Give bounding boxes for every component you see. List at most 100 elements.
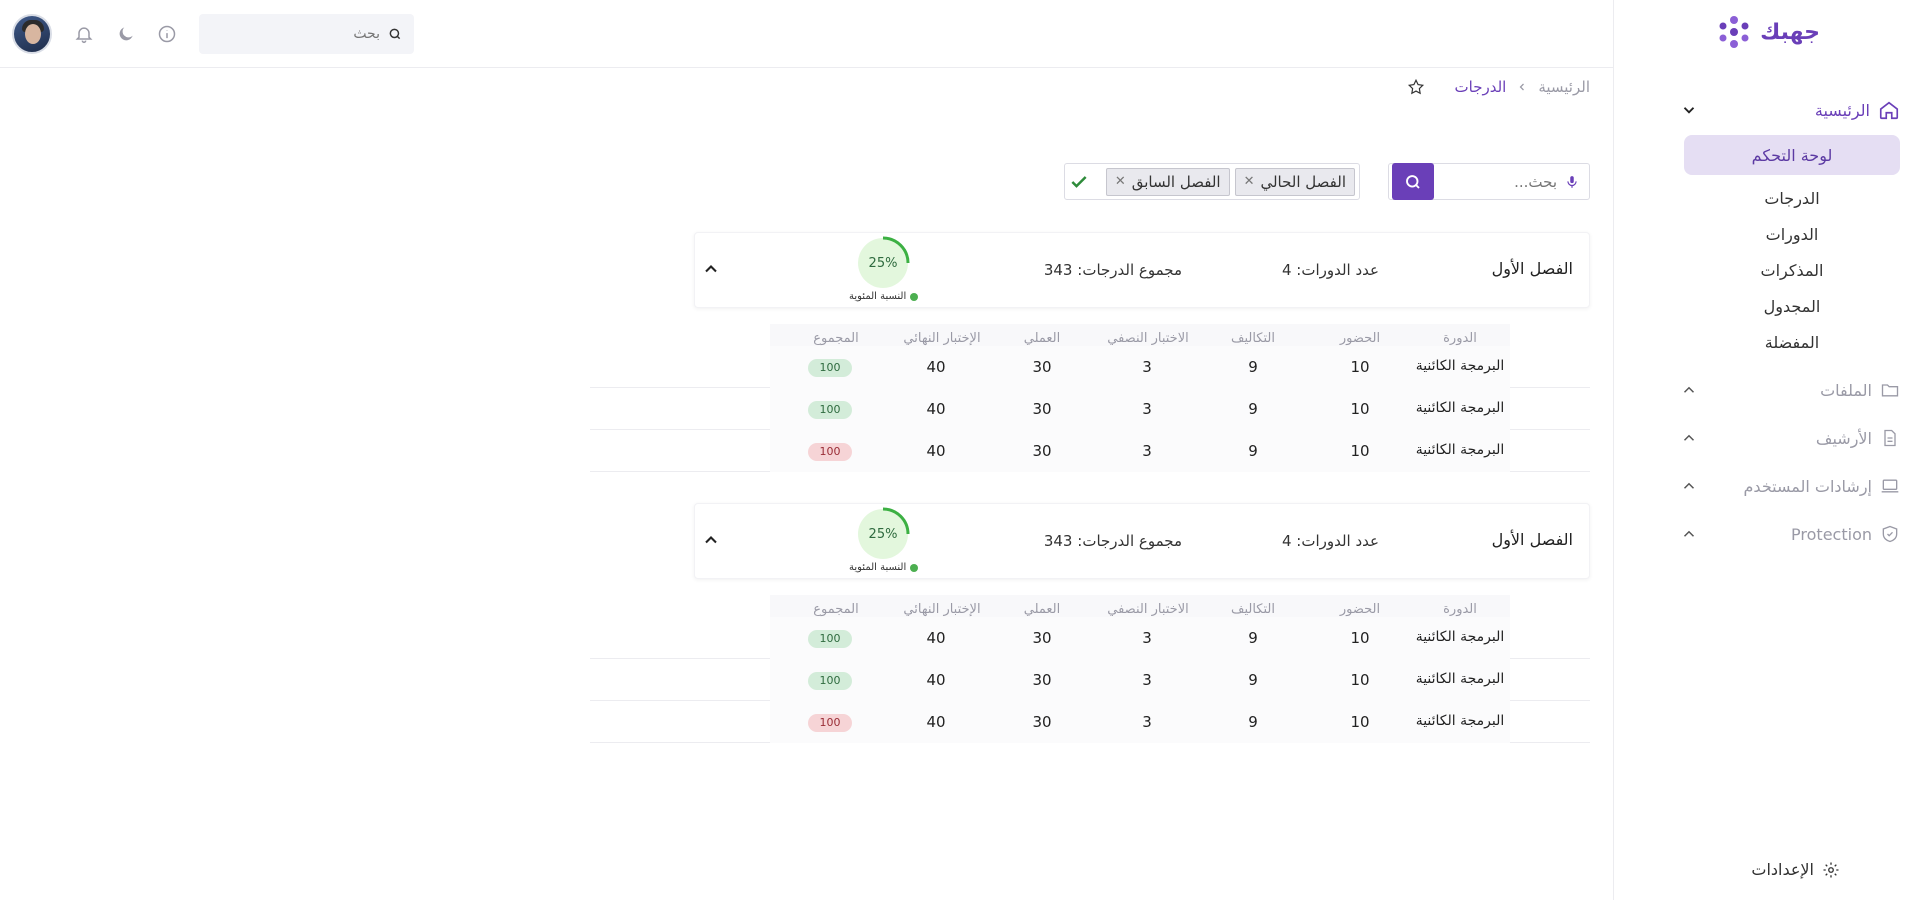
- percent-label: النسبة المئوية: [849, 562, 919, 573]
- chip-current-semester[interactable]: الفصل الحالي ✕: [1234, 167, 1355, 196]
- sidebar-group-label: إرشادات المستخدم: [1743, 476, 1872, 496]
- semester-filter[interactable]: الفصل الحالي ✕ الفصل السابق ✕: [1064, 163, 1360, 200]
- chevron-up-icon[interactable]: [1680, 381, 1698, 399]
- cell-midterm: 3: [1142, 629, 1152, 647]
- chip-remove-icon[interactable]: ✕: [1244, 174, 1255, 189]
- search-icon: [1406, 174, 1420, 189]
- course-count: عدد الدورات: 4: [1281, 261, 1379, 279]
- check-icon[interactable]: [1069, 172, 1089, 192]
- chevron-down-icon[interactable]: [1680, 101, 1698, 119]
- filter-search-input[interactable]: [1437, 172, 1557, 191]
- folder-icon: [1881, 384, 1899, 397]
- sidebar-item-dashboard[interactable]: لوحة التحكم: [1684, 135, 1900, 175]
- course-count: عدد الدورات: 4: [1281, 532, 1379, 550]
- sidebar-item-favorites[interactable]: المفضلة: [1684, 322, 1900, 362]
- sidebar-group-label: Protection: [1791, 524, 1872, 544]
- cell-attendance: 10: [1350, 713, 1370, 731]
- status-dot: [910, 292, 919, 301]
- cell-assignments: 9: [1248, 442, 1258, 460]
- cell-attendance: 10: [1350, 358, 1370, 376]
- app-logo[interactable]: جهبك: [1716, 14, 1820, 50]
- cell-assignments: 9: [1248, 629, 1258, 647]
- table-row[interactable]: البرمجة الكائنية 10 9 3 30 40 100: [590, 430, 1590, 472]
- cell-assignments: 9: [1248, 400, 1258, 418]
- laptop-icon: [1881, 479, 1899, 493]
- search-input[interactable]: [230, 26, 380, 42]
- top-search[interactable]: [199, 14, 414, 54]
- chevron-up-icon[interactable]: [1680, 429, 1698, 447]
- col-final: الإختبار النهائي: [903, 331, 981, 346]
- bell-icon[interactable]: [74, 24, 94, 44]
- col-midterm: الاختبار النصفي: [1107, 331, 1189, 346]
- cell-final: 40: [926, 442, 946, 460]
- cell-practical: 30: [1032, 629, 1052, 647]
- cell-final: 40: [926, 713, 946, 731]
- breadcrumb-home[interactable]: الرئيسية: [1538, 78, 1590, 96]
- chevron-up-icon[interactable]: [701, 530, 721, 550]
- total-badge: 100: [808, 359, 852, 377]
- table-row[interactable]: البرمجة الكائنية 10 9 3 30 40 100: [590, 388, 1590, 430]
- percent-ring: 25%: [858, 236, 910, 288]
- microphone-icon[interactable]: [1565, 174, 1579, 190]
- sidebar-group-archive[interactable]: الأرشيف: [1680, 424, 1900, 452]
- sidebar: جهبك الرئيسية لوحة التحكم الدرجات الدورا…: [1613, 0, 1920, 900]
- chevron-up-icon[interactable]: [1680, 525, 1698, 543]
- table-row[interactable]: البرمجة الكائنية 10 9 3 30 40 100: [590, 617, 1590, 659]
- grade-total: مجموع الدرجات: 343: [1043, 261, 1182, 279]
- sidebar-group-guide[interactable]: إرشادات المستخدم: [1680, 472, 1900, 500]
- col-total: المجموع: [813, 602, 859, 617]
- sidebar-group-protection[interactable]: Protection: [1680, 520, 1900, 548]
- breadcrumb-current[interactable]: الدرجات: [1455, 78, 1507, 96]
- col-assignments: التكاليف: [1231, 602, 1275, 617]
- grades-table: الدورة الحضور التكاليف الاختبار النصفي ا…: [590, 595, 1590, 743]
- total-badge: 100: [808, 714, 852, 732]
- chip-label: الفصل الحالي: [1260, 172, 1346, 191]
- cell-practical: 30: [1032, 713, 1052, 731]
- semester-card: الفصل الأول عدد الدورات: 4 مجموع الدرجات…: [694, 503, 1590, 579]
- table-row[interactable]: البرمجة الكائنية 10 9 3 30 40 100: [590, 701, 1590, 743]
- col-total: المجموع: [813, 331, 859, 346]
- total-badge: 100: [808, 401, 852, 419]
- cell-practical: 30: [1032, 400, 1052, 418]
- chevron-up-icon[interactable]: [701, 259, 721, 279]
- info-icon[interactable]: [157, 24, 177, 44]
- percent-text: 25%: [869, 527, 898, 542]
- sidebar-group-files[interactable]: الملفات: [1680, 376, 1900, 404]
- sidebar-item-home[interactable]: الرئيسية: [1680, 96, 1900, 124]
- star-icon[interactable]: [1407, 78, 1425, 96]
- cell-course: البرمجة الكائنية: [1415, 671, 1505, 687]
- chip-remove-icon[interactable]: ✕: [1115, 174, 1126, 189]
- cell-assignments: 9: [1248, 713, 1258, 731]
- breadcrumb: الرئيسية الدرجات: [1407, 78, 1590, 96]
- col-course: الدورة: [1443, 602, 1477, 617]
- cell-attendance: 10: [1350, 629, 1370, 647]
- table-row[interactable]: البرمجة الكائنية 10 9 3 30 40 100: [590, 346, 1590, 388]
- sidebar-item-label: الدورات: [1765, 224, 1819, 244]
- search-button[interactable]: [1392, 163, 1434, 200]
- sidebar-item-notes[interactable]: المذكرات: [1684, 250, 1900, 290]
- sidebar-item-courses[interactable]: الدورات: [1684, 214, 1900, 254]
- cell-course: البرمجة الكائنية: [1415, 442, 1505, 458]
- sidebar-item-schedule[interactable]: المجدول: [1684, 286, 1900, 326]
- chip-label: الفصل السابق: [1131, 172, 1221, 191]
- chip-previous-semester[interactable]: الفصل السابق ✕: [1105, 167, 1230, 196]
- avatar[interactable]: [12, 14, 52, 54]
- chevron-up-icon[interactable]: [1680, 477, 1698, 495]
- total-badge: 100: [808, 630, 852, 648]
- percent-text: 25%: [869, 256, 898, 271]
- grade-total: مجموع الدرجات: 343: [1043, 532, 1182, 550]
- moon-icon[interactable]: [116, 24, 136, 44]
- sidebar-item-grades[interactable]: الدرجات: [1684, 178, 1900, 218]
- cell-final: 40: [926, 671, 946, 689]
- status-dot: [910, 563, 919, 572]
- cell-midterm: 3: [1142, 442, 1152, 460]
- table-row[interactable]: البرمجة الكائنية 10 9 3 30 40 100: [590, 659, 1590, 701]
- cell-assignments: 9: [1248, 358, 1258, 376]
- col-midterm: الاختبار النصفي: [1107, 602, 1189, 617]
- document-icon: [1884, 429, 1896, 447]
- col-attendance: الحضور: [1339, 602, 1381, 617]
- gear-icon: [1823, 862, 1839, 877]
- percent-ring: 25%: [858, 507, 910, 559]
- settings-link[interactable]: الإعدادات: [1751, 860, 1840, 879]
- cell-course: البرمجة الكائنية: [1415, 358, 1505, 374]
